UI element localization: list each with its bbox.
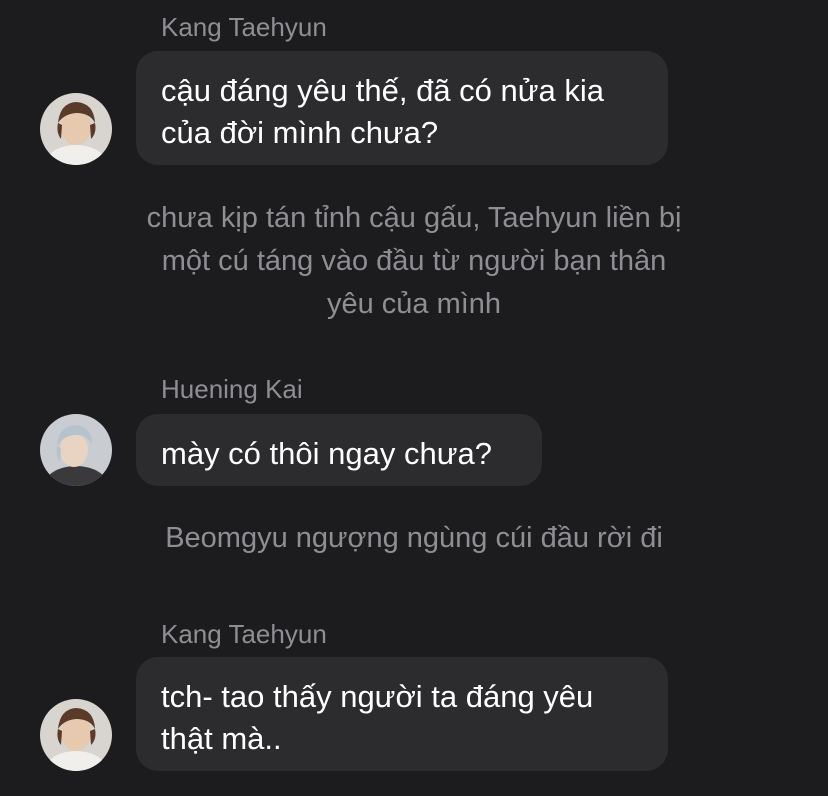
narration-line: Beomgyu ngượng ngùng cúi đầu rời đi	[165, 522, 663, 554]
narration-line: một cú táng vào đầu từ người bạn thân	[161, 245, 667, 277]
sender-name: Kang Taehyun	[161, 12, 327, 42]
message-line: tch- tao thấy người ta đáng yêu	[161, 679, 594, 714]
message-line: mày có thôi ngay chưa?	[161, 436, 492, 471]
sender-name: Huening Kai	[161, 374, 303, 404]
message-line: thật mà..	[161, 721, 282, 756]
message-line: cậu đáng yêu thế, đã có nửa kia	[161, 73, 605, 108]
taehyun-avatar[interactable]	[40, 93, 112, 165]
message-bubble[interactable]: mày có thôi ngay chưa?	[136, 414, 542, 486]
narration-text: Beomgyu ngượng ngùng cúi đầu rời đi	[0, 517, 828, 560]
narration-text: chưa kịp tán tỉnh cậu gấu, Taehyun liền …	[0, 197, 828, 326]
taehyun-avatar[interactable]	[40, 699, 112, 771]
hueningkai-avatar[interactable]	[40, 414, 112, 486]
sender-name: Kang Taehyun	[161, 619, 327, 649]
narration-line: yêu của mình	[326, 288, 502, 320]
message-bubble[interactable]: cậu đáng yêu thế, đã có nửa kia của đời …	[136, 51, 668, 165]
message-bubble[interactable]: tch- tao thấy người ta đáng yêu thật mà.…	[136, 657, 668, 771]
message-line: của đời mình chưa?	[161, 115, 439, 150]
narration-line: chưa kịp tán tỉnh cậu gấu, Taehyun liền …	[146, 202, 682, 234]
